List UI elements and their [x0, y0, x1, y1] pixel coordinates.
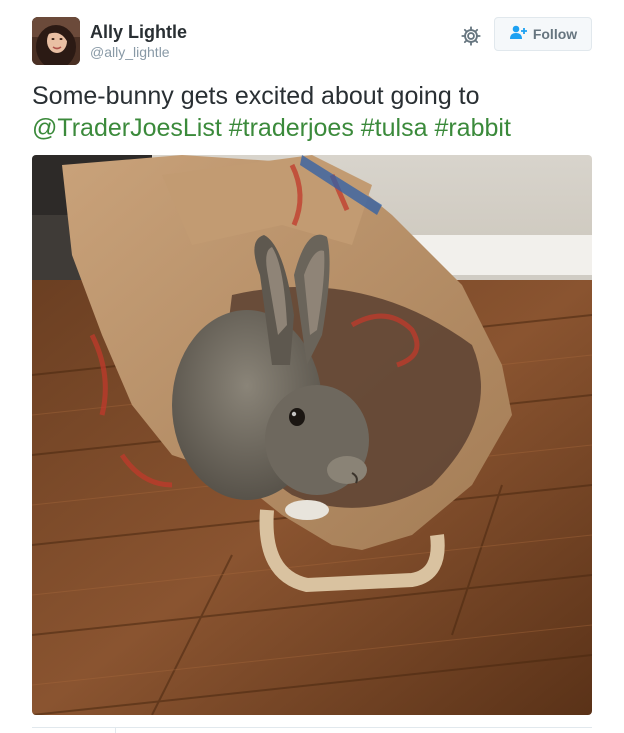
tweet-header: Ally Lightle @ally_lightle Follow: [32, 17, 592, 67]
follow-user-icon: [509, 24, 527, 45]
follow-button[interactable]: Follow: [494, 17, 592, 51]
tweet-body: Some-bunny gets excited about going to: [32, 82, 480, 110]
tweet-photo[interactable]: [32, 155, 592, 715]
hashtag-link[interactable]: #traderjoes: [229, 114, 354, 142]
tweet-footer-tick: [115, 727, 116, 733]
user-names: Ally Lightle @ally_lightle: [90, 21, 187, 61]
screen-name[interactable]: @ally_lightle: [90, 43, 187, 61]
display-name[interactable]: Ally Lightle: [90, 21, 187, 43]
follow-label: Follow: [532, 26, 578, 42]
avatar-image: [32, 17, 80, 65]
tweet-text: Some-bunny gets excited about going to @T…: [32, 80, 602, 144]
tweet-footer-divider: [32, 727, 592, 728]
hashtag-link[interactable]: #rabbit: [434, 114, 510, 142]
hashtag-link[interactable]: #tulsa: [361, 114, 428, 142]
gear-icon[interactable]: [460, 25, 482, 47]
photo-rabbit-in-paper-bag: [32, 155, 592, 715]
avatar[interactable]: [32, 17, 80, 65]
tweet-card: Ally Lightle @ally_lightle Follow Some-b…: [0, 0, 624, 733]
mention-link[interactable]: @TraderJoesList: [32, 114, 222, 142]
